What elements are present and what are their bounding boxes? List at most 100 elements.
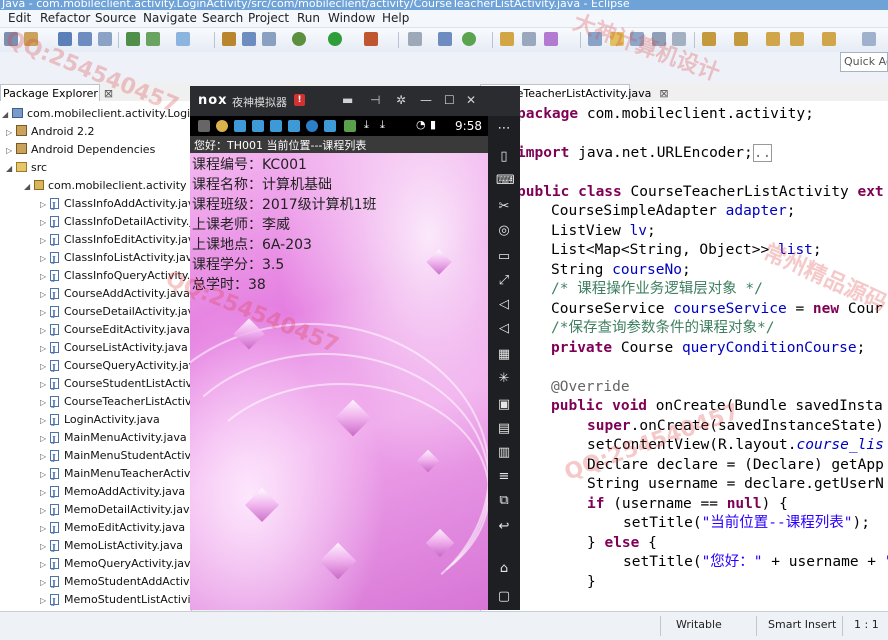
tree-file[interactable]: ▷ MainMenuActivity.java xyxy=(40,429,187,448)
build-icon[interactable] xyxy=(242,32,256,46)
show-whitespace-icon[interactable] xyxy=(652,32,666,46)
tree-file[interactable]: ▷ ClassInfoAddActivity.java xyxy=(40,195,191,214)
open-type-icon[interactable] xyxy=(500,32,514,46)
prev-annotation-icon[interactable] xyxy=(734,32,748,46)
location-icon[interactable]: ◎ xyxy=(496,224,512,238)
expand-arrow-icon[interactable]: ▷ xyxy=(40,520,50,538)
expand-arrow-icon[interactable]: ▷ xyxy=(6,142,16,160)
tree-file[interactable]: ▷ MemoEditActivity.java xyxy=(40,519,185,538)
expand-arrow-icon[interactable]: ▷ xyxy=(40,358,50,376)
collapse-arrow-icon[interactable]: ◢ xyxy=(2,106,12,124)
open-icon[interactable] xyxy=(24,32,38,46)
expand-arrow-icon[interactable]: ▷ xyxy=(40,592,50,610)
tree-file[interactable]: ▷ LoginActivity.java xyxy=(40,411,160,430)
menu-help[interactable]: Help xyxy=(382,11,409,25)
expand-arrow-icon[interactable]: ▷ xyxy=(40,502,50,520)
tree-file[interactable]: ▷ MemoQueryActivity.java xyxy=(40,555,191,574)
tree-file[interactable]: ▷ ClassInfoListActivity.java xyxy=(40,249,191,268)
expand-arrow-icon[interactable]: ▷ xyxy=(40,322,50,340)
menu-edit[interactable]: Edit xyxy=(8,11,31,25)
shake-icon[interactable]: ▣ xyxy=(496,398,512,412)
last-edit-icon[interactable] xyxy=(766,32,780,46)
recent-apps-icon[interactable]: ▢ xyxy=(496,590,512,604)
highlight-icon[interactable] xyxy=(610,32,624,46)
new-icon[interactable] xyxy=(4,32,18,46)
scissors-icon[interactable]: ✂ xyxy=(496,200,512,214)
pencil-icon[interactable] xyxy=(408,32,422,46)
open-task-icon[interactable] xyxy=(522,32,536,46)
volume-down-icon[interactable]: ◁ xyxy=(496,322,512,336)
expand-arrow-icon[interactable]: ▷ xyxy=(40,232,50,250)
print-icon[interactable] xyxy=(98,32,112,46)
expand-arrow-icon[interactable]: ▷ xyxy=(40,196,50,214)
expand-arrow-icon[interactable]: ▷ xyxy=(40,268,50,286)
search-icon[interactable] xyxy=(544,32,558,46)
tree-file[interactable]: ▷ CourseQueryActivity.java xyxy=(40,357,191,376)
block-select-icon[interactable] xyxy=(630,32,644,46)
expand-arrow-icon[interactable]: ▷ xyxy=(40,574,50,592)
pin-icon[interactable]: ⊣ xyxy=(370,93,380,107)
forward-icon[interactable] xyxy=(822,32,836,46)
tree-file[interactable]: ▷ ClassInfoQueryActivity.java xyxy=(40,267,191,286)
tree-file[interactable]: ▷ ClassInfoEditActivity.java xyxy=(40,231,191,250)
tree-android-deps[interactable]: ▷ Android Dependencies xyxy=(6,141,155,159)
multi-instance-icon[interactable]: ⧉ xyxy=(496,494,512,508)
expand-arrow-icon[interactable]: ▷ xyxy=(40,340,50,358)
format-icon[interactable] xyxy=(672,32,686,46)
package-icon[interactable] xyxy=(222,32,236,46)
menu-search[interactable]: Search xyxy=(202,11,243,25)
checklist-icon[interactable] xyxy=(176,32,190,46)
code-editor[interactable]: package com.mobileclient.activity; impor… xyxy=(480,101,888,611)
close-icon[interactable]: ⊠ xyxy=(104,87,113,100)
hierarchy-icon[interactable] xyxy=(262,32,276,46)
collapse-arrow-icon[interactable]: ◢ xyxy=(6,160,16,178)
android-sdk-icon[interactable] xyxy=(126,32,140,46)
expand-arrow-icon[interactable]: ▷ xyxy=(40,538,50,556)
expand-arrow-icon[interactable]: ▷ xyxy=(40,466,50,484)
camera-icon[interactable]: ▤ xyxy=(496,422,512,436)
gear-icon[interactable]: ✲ xyxy=(396,93,406,107)
course-detail-screen[interactable]: 课程编号：KC001 课程名称：计算机基础 课程班级：2017级计算机1班 上课… xyxy=(190,153,488,610)
tree-file[interactable]: ▷ MemoAddActivity.java xyxy=(40,483,185,502)
expand-arrow-icon[interactable]: ▷ xyxy=(40,484,50,502)
tree-file[interactable]: ▷ CourseEditActivity.java xyxy=(40,321,190,340)
tree-file[interactable]: ▷ MemoStudentListActivity xyxy=(40,591,191,610)
expand-arrow-icon[interactable]: ▷ xyxy=(40,376,50,394)
close-icon[interactable]: ✕ xyxy=(466,93,476,107)
toggle-mark-icon[interactable] xyxy=(588,32,602,46)
tree-file[interactable]: ▷ MainMenuStudentActivity xyxy=(40,447,191,466)
macro-icon[interactable]: ▥ xyxy=(496,446,512,460)
open-perspective-icon[interactable] xyxy=(862,32,876,46)
menu-window[interactable]: Window xyxy=(328,11,375,25)
expand-arrow-icon[interactable]: ▷ xyxy=(40,304,50,322)
expand-arrow-icon[interactable]: ▷ xyxy=(40,286,50,304)
tree-file[interactable]: ▷ MemoListActivity.java xyxy=(40,537,183,556)
tree-file[interactable]: ▷ MainMenuTeacherActivity xyxy=(40,465,191,484)
tree-file[interactable]: ▷ CourseStudentListActivity xyxy=(40,375,191,394)
expand-arrow-icon[interactable]: ▷ xyxy=(40,250,50,268)
tree-project[interactable]: ◢ com.mobileclient.activity.LoginAct xyxy=(2,105,191,124)
avd-manager-icon[interactable] xyxy=(146,32,160,46)
menu-run[interactable]: Run xyxy=(297,11,320,25)
keyboard-icon[interactable]: ▬ xyxy=(342,93,353,107)
collapse-arrow-icon[interactable]: ◢ xyxy=(24,178,34,196)
expand-arrow-icon[interactable]: ▷ xyxy=(40,430,50,448)
run-icon[interactable] xyxy=(328,32,342,46)
save-icon[interactable] xyxy=(58,32,72,46)
notification-badge[interactable]: ! xyxy=(294,94,305,106)
loading-icon[interactable]: ✳ xyxy=(496,372,512,386)
rotate-icon[interactable]: ▯ xyxy=(496,150,512,164)
back-icon[interactable]: ↩ xyxy=(496,520,512,534)
new-package-icon[interactable] xyxy=(462,32,476,46)
next-annotation-icon[interactable] xyxy=(702,32,716,46)
close-icon[interactable]: ⊠ xyxy=(659,87,668,100)
expand-arrow-icon[interactable]: ▷ xyxy=(40,412,50,430)
back-icon[interactable] xyxy=(790,32,804,46)
tree-file[interactable]: ▷ CourseAddActivity.java xyxy=(40,285,190,304)
menu-icon[interactable]: ≡ xyxy=(496,470,512,484)
more-icon[interactable]: ⋯ xyxy=(496,122,512,136)
expand-arrow-icon[interactable]: ▷ xyxy=(40,556,50,574)
keyboard-icon[interactable]: ⌨ xyxy=(496,174,515,188)
minimize-icon[interactable]: — xyxy=(420,93,432,107)
expand-arrow-icon[interactable]: ▷ xyxy=(6,124,16,142)
